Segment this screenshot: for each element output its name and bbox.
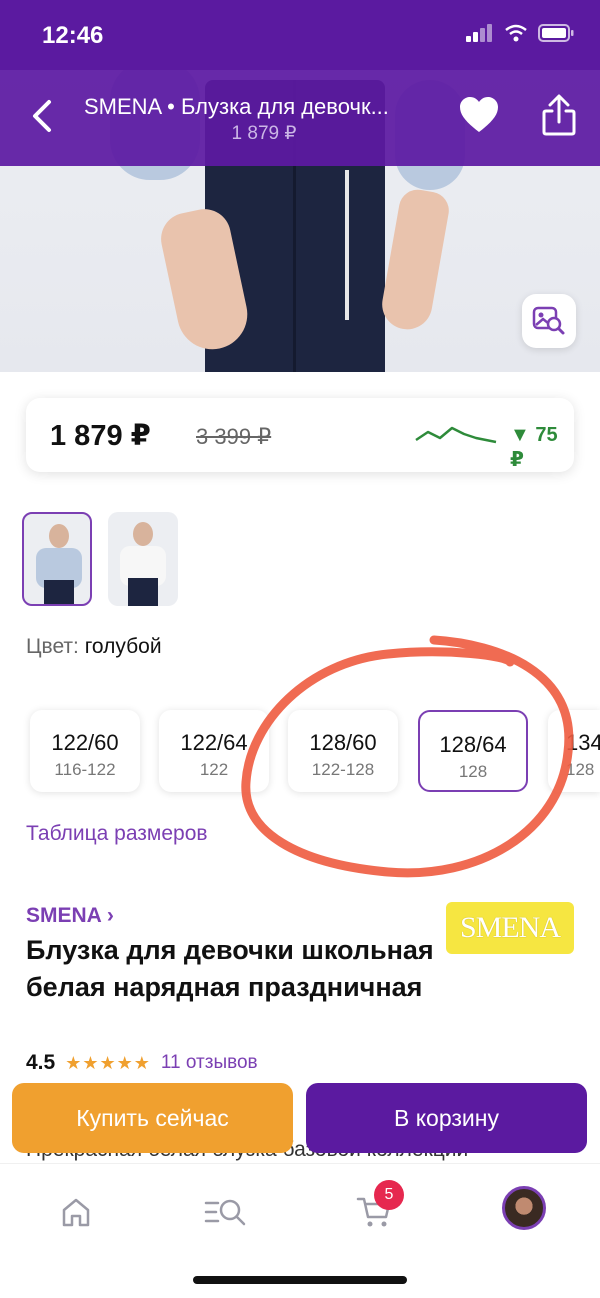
status-bar: 12:46 xyxy=(0,0,600,70)
back-button[interactable] xyxy=(20,94,64,138)
hand-right xyxy=(378,186,452,334)
header-price: 1 879 ₽ xyxy=(231,123,297,144)
price-card[interactable]: 1 879 ₽ 3 399 ₽ ▼ 75 ₽ xyxy=(26,398,574,472)
reviews-link[interactable]: 11 отзывов xyxy=(161,1052,258,1074)
color-thumb-blue[interactable] xyxy=(22,512,92,606)
rating-stars: ★★★★★ xyxy=(65,1052,151,1073)
color-label: Цвет: xyxy=(26,635,79,658)
thumb-face xyxy=(49,524,69,548)
buy-now-button[interactable]: Купить сейчас xyxy=(12,1083,293,1153)
image-search-button[interactable] xyxy=(522,294,576,348)
home-icon xyxy=(62,1198,90,1227)
wifi-icon xyxy=(505,24,527,42)
share-icon xyxy=(542,94,576,136)
brand-link[interactable]: SMENA › xyxy=(26,904,114,928)
current-price: 1 879 ₽ xyxy=(50,420,151,452)
chevron-left-icon xyxy=(33,100,51,132)
color-thumb-white[interactable] xyxy=(108,512,178,606)
status-time: 12:46 xyxy=(42,22,104,49)
favorite-button[interactable] xyxy=(458,96,500,139)
tab-home[interactable] xyxy=(52,1188,100,1236)
size-sub: 116-122 xyxy=(54,760,116,779)
status-icons xyxy=(466,24,574,42)
rating-value: 4.5 xyxy=(26,1051,56,1074)
product-title: Блузка для девочки школьная белая нарядн… xyxy=(26,935,434,1002)
color-value: голубой xyxy=(84,635,162,658)
thumb-pants xyxy=(44,580,74,604)
thumb-face xyxy=(133,522,153,546)
size-main: 122/60 xyxy=(51,730,119,755)
product-header: SMENA • Блузка для девочк... 1 879 ₽ xyxy=(0,70,600,166)
share-button[interactable] xyxy=(540,94,578,141)
header-title: SMENA • Блузка для девочк... xyxy=(84,94,389,119)
price-drop: ▼ 75 ₽ xyxy=(510,424,558,471)
drawstring xyxy=(345,170,349,320)
old-price: 3 399 ₽ xyxy=(196,424,272,449)
signal-icon xyxy=(466,24,492,42)
add-to-cart-button[interactable]: В корзину xyxy=(306,1083,587,1153)
rating[interactable]: 4.5 ★★★★★ 11 отзывов xyxy=(26,1051,258,1075)
annotation-circle xyxy=(241,635,574,878)
color-selection: Цвет: голубой xyxy=(26,635,162,659)
home-indicator xyxy=(193,1276,407,1284)
profile-avatar[interactable] xyxy=(502,1186,546,1230)
heart-icon xyxy=(460,97,498,132)
size-table-link[interactable]: Таблица размеров xyxy=(26,822,208,846)
size-option[interactable]: 122/60 116-122 xyxy=(30,710,140,792)
image-search-icon xyxy=(532,306,565,335)
thumb-pants xyxy=(128,578,158,606)
cart-badge: 5 xyxy=(374,1180,404,1210)
brand-logo[interactable]: SMENA xyxy=(446,902,574,954)
price-trend-icon xyxy=(415,426,497,444)
battery-icon xyxy=(538,24,574,42)
tab-catalog[interactable] xyxy=(202,1188,250,1236)
catalog-search-icon xyxy=(204,1199,246,1226)
